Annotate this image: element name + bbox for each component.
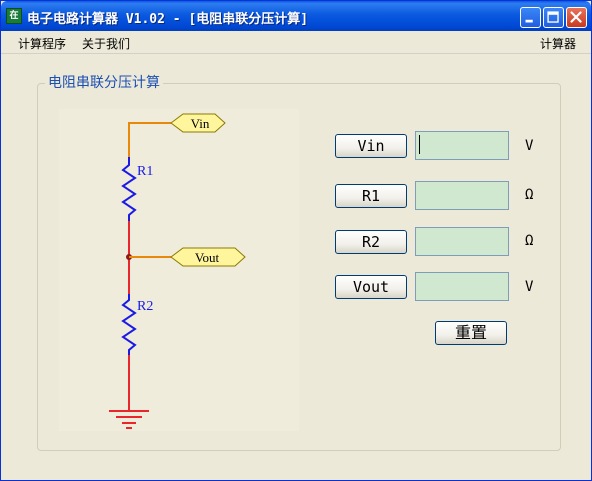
title-bar[interactable]: 在 电子电路计算器 V1.02 - [电阻串联分压计算] [1, 1, 591, 31]
vin-tag-label: Vin [191, 116, 210, 131]
circuit-schematic: Vin R1 Vout R2 [59, 109, 299, 431]
vout-unit: V [525, 279, 534, 295]
app-window: 在 电子电路计算器 V1.02 - [电阻串联分压计算] 计算程序 关于我们 计… [0, 0, 592, 481]
minimize-icon [525, 19, 533, 23]
vin-unit: V [525, 138, 534, 154]
close-icon [570, 11, 582, 23]
vin-wire [128, 122, 171, 157]
vin-field[interactable] [415, 131, 509, 160]
close-button[interactable] [566, 7, 587, 28]
r2-field[interactable] [415, 227, 509, 256]
r1-unit: Ω [525, 187, 534, 203]
reset-button[interactable]: 重置 [435, 321, 507, 345]
app-icon: 在 [6, 8, 22, 24]
ground-icon [109, 410, 149, 429]
vout-tag-label: Vout [195, 250, 220, 265]
window-title: 电子电路计算器 V1.02 - [电阻串联分压计算] [27, 12, 309, 27]
r1-resistor [121, 157, 137, 221]
voltage-divider-diagram: Vin R1 Vout R2 [109, 113, 246, 429]
r2-resistor [121, 294, 137, 355]
r2-label: R2 [137, 299, 153, 314]
r2-unit: Ω [525, 233, 534, 249]
r2-button[interactable]: R2 [335, 230, 407, 254]
minimize-button[interactable] [520, 7, 541, 28]
vout-button[interactable]: Vout [335, 275, 407, 299]
panel-title: 电阻串联分压计算 [45, 72, 163, 92]
menu-bar: 计算程序 关于我们 计算器 [1, 31, 591, 54]
text-caret [419, 135, 420, 154]
r1-label: R1 [137, 164, 153, 179]
r1-field[interactable] [415, 181, 509, 210]
menu-calc-programs[interactable]: 计算程序 [18, 35, 66, 52]
maximize-icon [547, 11, 559, 23]
maximize-button[interactable] [543, 7, 564, 28]
menu-about-us[interactable]: 关于我们 [82, 35, 130, 52]
menu-calculator[interactable]: 计算器 [540, 35, 576, 52]
vout-field[interactable] [415, 272, 509, 301]
r1-button[interactable]: R1 [335, 184, 407, 208]
vin-button[interactable]: Vin [335, 134, 407, 158]
